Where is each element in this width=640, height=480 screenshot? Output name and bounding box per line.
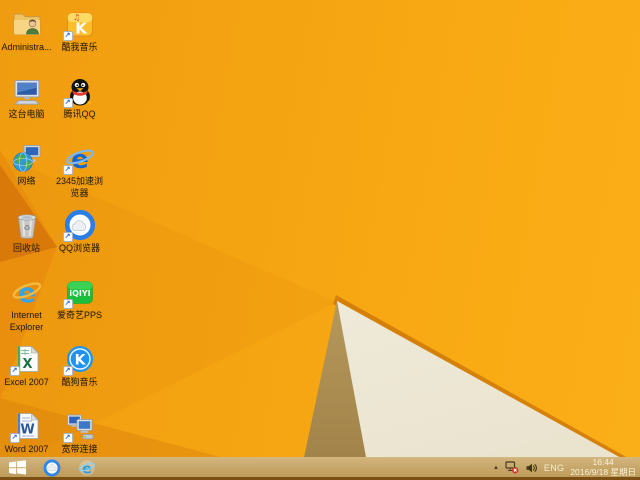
shortcut-arrow-icon: ↗ — [62, 433, 73, 443]
svg-text:W: W — [20, 423, 34, 438]
icon-label: Word 2007 — [4, 444, 49, 454]
administrator-folder-icon — [13, 13, 40, 35]
shortcut-arrow-icon: ↗ — [62, 31, 73, 41]
icon-label: 这台电脑 — [8, 109, 45, 119]
shortcut-arrow-icon: ↗ — [9, 433, 20, 443]
desktop-icon-kuwo-music[interactable]: ♫ K ↗ 酷我音乐 — [53, 8, 106, 54]
internet-explorer-icon: e — [79, 459, 95, 477]
clock-date: 2016/9/18 星期日 — [570, 466, 636, 477]
desktop-icon-administrator-folder[interactable]: Administra... — [0, 8, 53, 54]
shortcut-arrow-icon: ↗ — [62, 165, 73, 175]
icon-label: 酷狗音乐 — [61, 377, 98, 387]
desktop-icon-network[interactable]: 网络 — [0, 142, 53, 188]
volume-icon[interactable] — [525, 462, 538, 474]
icon-label: 爱奇艺PPS — [56, 310, 102, 320]
network-disconnected-icon[interactable] — [505, 461, 519, 474]
icon-label: Excel 2007 — [4, 377, 49, 387]
svg-text:♻: ♻ — [23, 224, 30, 233]
internet-explorer-icon: e — [12, 278, 41, 308]
desktop-icon-qq-browser[interactable]: ↗ QQ浏览器 — [53, 209, 106, 255]
start-button[interactable] — [0, 458, 34, 477]
desktop-icon-broadband-connection[interactable]: ↗ 宽带连接 — [53, 410, 106, 456]
language-indicator[interactable]: ENG — [544, 463, 564, 473]
taskbar: e ▲ ENG 16:44 2016/9/18 星期日 — [0, 457, 640, 480]
desktop-icon-internet-explorer[interactable]: e Internet Explorer — [0, 276, 53, 333]
desktop-icon-excel-2007[interactable]: X ↗ Excel 2007 — [0, 343, 53, 389]
shortcut-arrow-icon: ↗ — [9, 366, 20, 376]
icon-label: Internet Explorer — [9, 310, 44, 332]
svg-text:K: K — [74, 353, 86, 369]
taskbar-pinned-qq-browser[interactable] — [36, 458, 68, 477]
taskbar-clock[interactable]: 16:44 2016/9/18 星期日 — [570, 457, 636, 477]
recycle-bin-icon: ♻ — [17, 214, 36, 239]
taskbar-pinned-internet-explorer[interactable]: e — [70, 458, 104, 477]
desktop-icon-tencent-qq[interactable]: ↗ 腾讯QQ — [53, 75, 106, 121]
icon-label: 网络 — [17, 176, 36, 186]
icon-label: 宽带连接 — [61, 444, 98, 454]
shortcut-arrow-icon: ↗ — [62, 299, 73, 309]
icon-label: QQ浏览器 — [58, 243, 100, 253]
icon-label: 腾讯QQ — [63, 109, 96, 119]
desktop-icon-kugou-music[interactable]: K ↗ 酷狗音乐 — [53, 343, 106, 389]
icon-label: 酷我音乐 — [61, 42, 98, 52]
windows-logo-icon — [8, 460, 26, 475]
this-pc-icon — [13, 80, 40, 105]
desktop-icon-word-2007[interactable]: W ↗ Word 2007 — [0, 410, 53, 456]
desktop[interactable]: Administra... 这台电脑 网络 ♻ 回收站 e Internet E… — [0, 0, 640, 480]
desktop-icon-recycle-bin[interactable]: ♻ 回收站 — [0, 209, 53, 255]
desktop-icon-this-pc[interactable]: 这台电脑 — [0, 75, 53, 121]
svg-text:X: X — [22, 357, 32, 372]
show-hidden-icons-button[interactable]: ▲ — [493, 465, 499, 471]
svg-text:K: K — [75, 20, 88, 38]
shortcut-arrow-icon: ↗ — [62, 366, 73, 376]
desktop-icon-2345-browser[interactable]: e ↗ 2345加速浏览器 — [53, 142, 106, 199]
shortcut-arrow-icon: ↗ — [62, 98, 73, 108]
icon-label: 回收站 — [12, 243, 40, 253]
icon-label: 2345加速浏览器 — [55, 176, 104, 198]
shortcut-arrow-icon: ↗ — [62, 232, 73, 242]
system-tray: ▲ ENG 16:44 2016/9/18 星期日 — [493, 457, 640, 477]
svg-text:iQIYI: iQIYI — [69, 289, 90, 298]
qq-browser-icon — [43, 459, 61, 476]
icon-label: Administra... — [1, 42, 52, 52]
desktop-icon-iqiyi-pps[interactable]: iQIYI ↗ 爱奇艺PPS — [53, 276, 106, 322]
network-icon — [12, 145, 40, 172]
